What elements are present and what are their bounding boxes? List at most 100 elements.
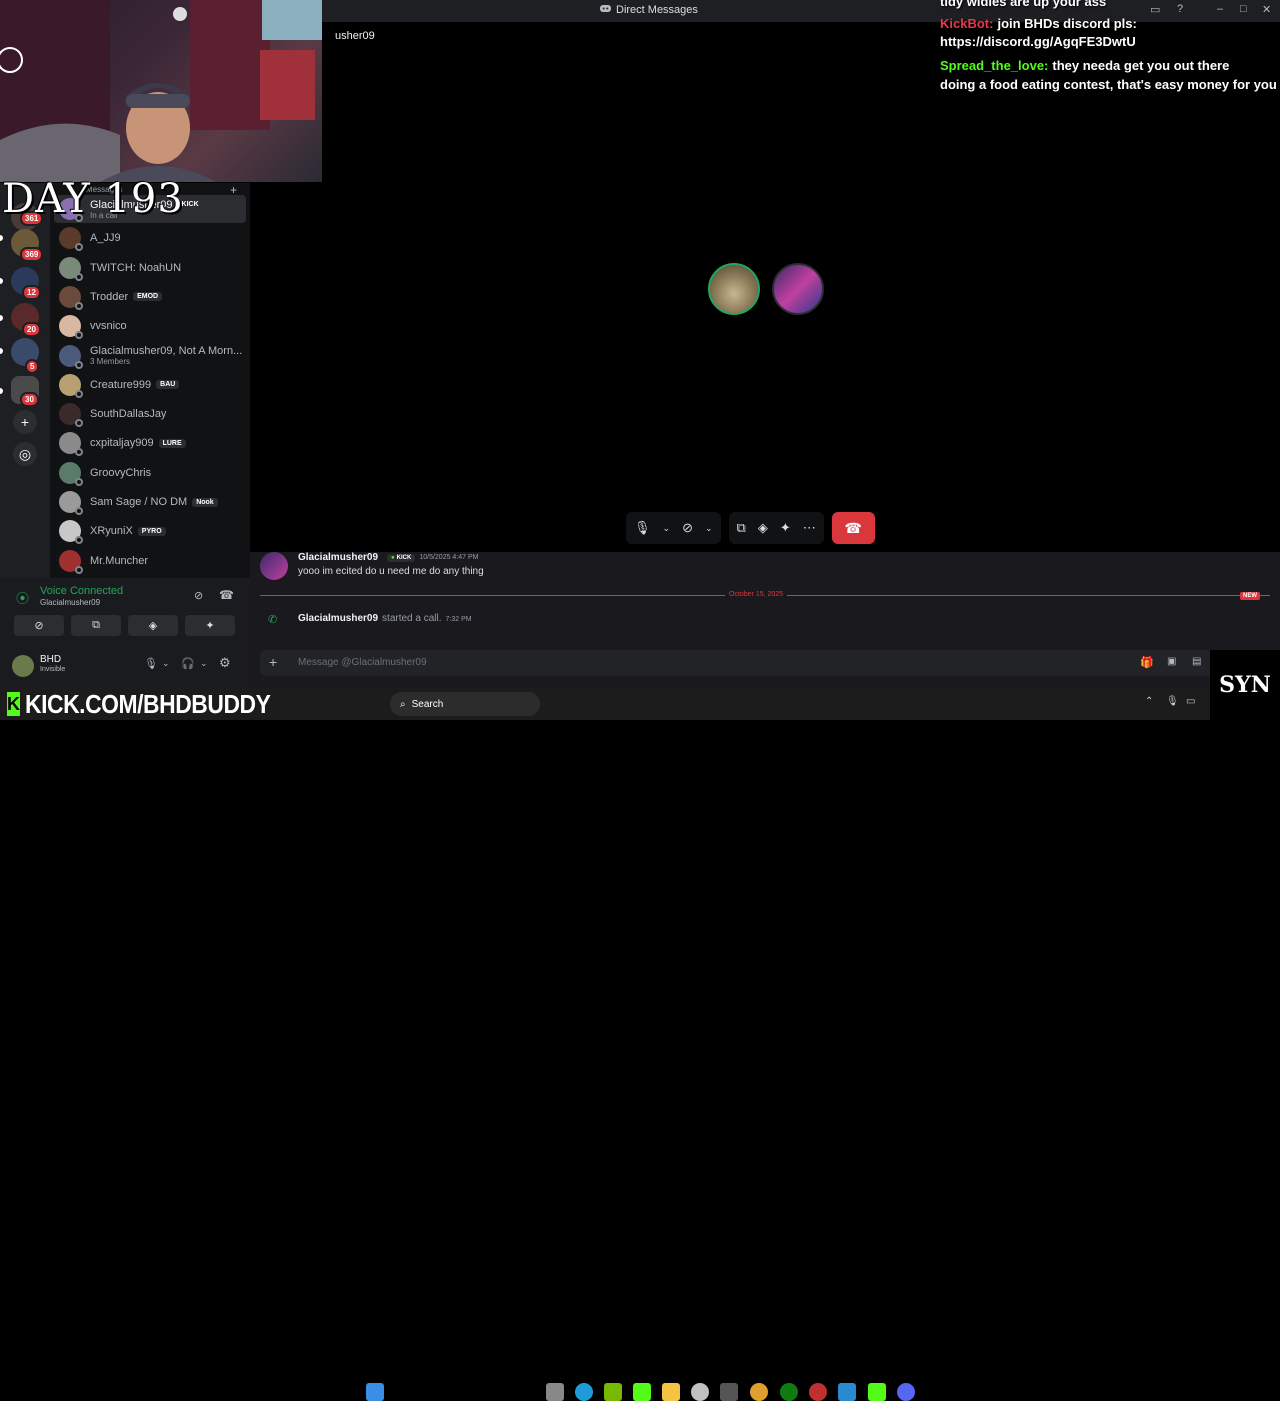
chrome-icon[interactable] bbox=[750, 1383, 768, 1401]
signal-icon[interactable]: ⦿ bbox=[16, 588, 29, 607]
app-icon[interactable] bbox=[809, 1383, 827, 1401]
new-badge: NEW bbox=[1240, 592, 1260, 600]
kick-logo: K bbox=[7, 692, 20, 716]
app-icon[interactable] bbox=[838, 1383, 856, 1401]
mention-badge: 369 bbox=[20, 247, 44, 262]
camera-off-icon: ⊘ bbox=[34, 620, 44, 632]
dm-avatar bbox=[59, 285, 83, 310]
inbox-icon[interactable]: ▭ bbox=[1150, 3, 1160, 16]
dm-item[interactable]: Creature999 BAU bbox=[54, 371, 246, 399]
mic-video-group: 🎙 ⌄ ⊘ ⌄ bbox=[626, 512, 721, 544]
dm-sidebar: Messages + Glacialmusher09 KICK In a call A… bbox=[50, 183, 250, 578]
camera-button[interactable]: ⊘ bbox=[14, 615, 64, 636]
activity-icon[interactable]: ◈ bbox=[758, 520, 768, 536]
microphone-icon[interactable]: 🎙 bbox=[144, 657, 158, 670]
hang-up-button[interactable]: ☎ bbox=[831, 512, 875, 544]
status-indicator bbox=[75, 243, 83, 252]
help-icon[interactable]: ? bbox=[1177, 3, 1183, 15]
microphone-icon[interactable]: 🎙 bbox=[634, 520, 651, 536]
noise-suppression-icon[interactable]: ⊘ bbox=[194, 589, 203, 602]
discord-icon bbox=[600, 4, 611, 16]
discover-icon[interactable]: ◎ bbox=[13, 442, 37, 466]
network-icon[interactable]: ▭ bbox=[1186, 696, 1195, 707]
message-input[interactable]: Message @Glacialmusher09 bbox=[298, 657, 427, 668]
nvidia-icon[interactable] bbox=[604, 1383, 622, 1401]
overlay-chat-line: tidy widies are up your ass bbox=[940, 0, 1106, 9]
taskbar-search[interactable]: ⌕ Search bbox=[390, 692, 540, 716]
dm-item[interactable]: Glacialmusher09, Not A Morn... 3 Members bbox=[54, 342, 246, 370]
dm-item[interactable]: Sam Sage / NO DM Nook bbox=[54, 488, 246, 516]
chevron-down-icon[interactable]: ⌄ bbox=[705, 523, 713, 534]
dm-name: XRyuniX bbox=[90, 525, 133, 538]
minimize-button[interactable]: – bbox=[1217, 3, 1223, 15]
voice-status[interactable]: Voice Connected bbox=[40, 585, 123, 597]
chevron-down-icon[interactable]: ⌄ bbox=[663, 523, 671, 534]
file-explorer-icon[interactable] bbox=[662, 1383, 680, 1401]
webcam-feed bbox=[0, 0, 322, 182]
system-author[interactable]: Glacialmusher09 bbox=[298, 613, 378, 624]
store-icon[interactable] bbox=[720, 1383, 738, 1401]
microphone-icon[interactable]: 🎙 bbox=[1166, 696, 1179, 707]
dm-item[interactable]: SouthDallasJay bbox=[54, 400, 246, 428]
task-view-icon[interactable] bbox=[546, 1383, 564, 1401]
soundboard-icon[interactable]: ✦ bbox=[780, 520, 791, 536]
message-author[interactable]: Glacialmusher09 bbox=[298, 552, 378, 563]
dm-item[interactable]: TWITCH: NoahUN bbox=[54, 254, 246, 282]
dm-name: TWITCH: NoahUN bbox=[90, 261, 182, 274]
system-message: Glacialmusher09 started a call. 7:32 PM bbox=[298, 613, 472, 624]
overlay-chat-line: KickBot: join BHDs discord pls: bbox=[940, 16, 1137, 31]
xbox-icon[interactable] bbox=[780, 1383, 798, 1401]
dm-item[interactable]: Trodder EMOD bbox=[54, 283, 246, 311]
start-icon[interactable] bbox=[366, 1383, 384, 1401]
chevron-up-icon[interactable]: ⌃ bbox=[1145, 696, 1153, 707]
sticker-icon[interactable]: ▤ bbox=[1192, 656, 1201, 667]
dm-item[interactable]: Mr.Muncher bbox=[54, 547, 246, 575]
dm-item[interactable]: vvsnico bbox=[54, 312, 246, 340]
add-attachment-icon[interactable]: + bbox=[269, 654, 277, 670]
soundboard-button[interactable]: ✦ bbox=[185, 615, 235, 636]
user-name[interactable]: BHD bbox=[40, 654, 61, 665]
webcam-overlay bbox=[0, 0, 322, 182]
app-icon[interactable] bbox=[633, 1383, 651, 1401]
camera-off-icon[interactable]: ⊘ bbox=[682, 520, 693, 536]
stream-url: KICK.COM/BHDBUDDY bbox=[25, 688, 271, 719]
dm-item[interactable]: GroovyChris bbox=[54, 459, 246, 487]
edge-icon[interactable] bbox=[575, 1383, 593, 1401]
chevron-down-icon[interactable]: ⌄ bbox=[200, 658, 208, 669]
disconnect-icon[interactable]: ☎ bbox=[219, 588, 234, 602]
more-options-icon[interactable]: ⋯ bbox=[803, 520, 816, 536]
steam-icon[interactable] bbox=[691, 1383, 709, 1401]
headphones-icon[interactable]: 🎧 bbox=[181, 657, 195, 670]
overlay-chat-line: https://discord.gg/AgqFE3DwtU bbox=[940, 34, 1136, 49]
close-button[interactable]: ✕ bbox=[1262, 3, 1271, 16]
discord-app-icon[interactable] bbox=[897, 1383, 915, 1401]
dm-text: vvsnico bbox=[90, 320, 127, 332]
call-participant-avatar[interactable] bbox=[772, 263, 824, 315]
message-composer[interactable]: + Message @Glacialmusher09 🎁 ▣ ▤ bbox=[260, 650, 1270, 676]
gift-icon[interactable]: 🎁 bbox=[1140, 656, 1154, 669]
kick-app-icon[interactable] bbox=[868, 1383, 886, 1401]
message-avatar[interactable] bbox=[260, 552, 288, 580]
activity-button[interactable]: ◈ bbox=[128, 615, 178, 636]
guild-tag: EMOD bbox=[133, 292, 163, 302]
unread-pill bbox=[0, 278, 3, 284]
user-avatar[interactable] bbox=[12, 655, 34, 677]
dm-name: Glacialmusher09, Not A Morn... bbox=[90, 345, 243, 357]
dm-avatar bbox=[59, 227, 83, 252]
dm-text: XRyuniX PYRO bbox=[90, 525, 166, 537]
dm-text: GroovyChris bbox=[90, 467, 151, 479]
dm-name-line: Mr.Muncher bbox=[90, 555, 148, 567]
call-participant-avatar[interactable] bbox=[708, 263, 760, 315]
screen-share-icon[interactable]: ⧉ bbox=[737, 520, 746, 536]
chevron-down-icon[interactable]: ⌄ bbox=[162, 658, 170, 669]
dm-item[interactable]: A_JJ9 bbox=[54, 224, 246, 252]
settings-gear-icon[interactable]: ⚙ bbox=[219, 655, 231, 671]
activity-group: ⧉ ◈ ✦ ⋯ bbox=[728, 512, 824, 544]
maximize-button[interactable]: □ bbox=[1240, 3, 1247, 15]
gif-icon[interactable]: ▣ bbox=[1167, 656, 1176, 667]
dm-item[interactable]: cxpitaljay909 LURE bbox=[54, 429, 246, 457]
screen-share-button[interactable]: ⧉ bbox=[71, 615, 121, 636]
dm-item[interactable]: XRyuniX PYRO bbox=[54, 517, 246, 545]
add-server-icon[interactable]: + bbox=[13, 410, 37, 434]
voice-channel[interactable]: Glacialmusher09 bbox=[40, 598, 100, 607]
